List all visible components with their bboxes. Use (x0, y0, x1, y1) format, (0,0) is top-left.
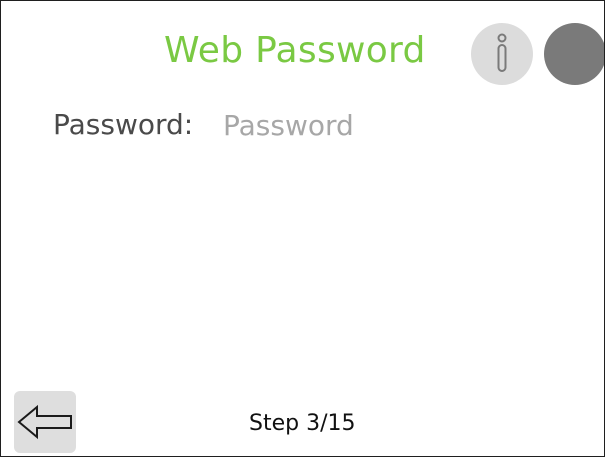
password-input[interactable] (221, 105, 565, 145)
info-icon (497, 33, 507, 72)
arrow-left-icon (17, 404, 72, 440)
password-label: Password: (53, 108, 194, 141)
info-button[interactable] (471, 23, 533, 85)
step-indicator: Step 3/15 (249, 411, 356, 436)
status-indicator (544, 23, 604, 85)
page-title: Web Password (164, 30, 426, 71)
back-button[interactable] (14, 391, 76, 453)
app-frame: Web Password Password: Step 3/15 (0, 0, 605, 457)
